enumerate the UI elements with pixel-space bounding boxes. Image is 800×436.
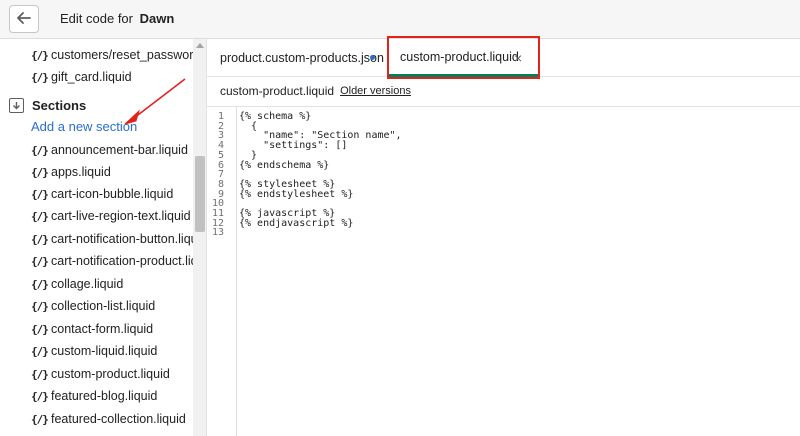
file-item-featured-blog[interactable]: {/} featured-blog.liquid xyxy=(31,386,193,406)
liquid-file-icon: {/} xyxy=(31,48,49,62)
file-item-cart-notification-product[interactable]: {/}cart-notification-product.liquid xyxy=(31,251,193,271)
liquid-file-icon: {/} xyxy=(31,254,49,268)
liquid-file-icon: {/} xyxy=(31,143,49,157)
scroll-up-icon[interactable] xyxy=(196,43,204,48)
file-item-cart-icon-bubble[interactable]: {/} cart-icon-bubble.liquid xyxy=(31,184,193,204)
top-bar: Edit code for Dawn xyxy=(0,0,800,39)
editor-file-header: custom-product.liquid Older versions xyxy=(220,84,411,98)
liquid-file-icon: {/} xyxy=(31,70,49,84)
liquid-file-icon: {/} xyxy=(31,165,49,179)
file-item-custom-liquid[interactable]: {/} custom-liquid.liquid xyxy=(31,341,193,361)
arrow-left-icon xyxy=(17,11,31,27)
file-item-custom-product[interactable]: {/} custom-product.liquid xyxy=(31,364,193,384)
page-title: Edit code for Dawn xyxy=(60,11,175,26)
code-line: {% endjavascript %} xyxy=(239,217,354,229)
liquid-file-icon: {/} xyxy=(31,389,49,403)
code-line: {% endstylesheet %} xyxy=(239,188,354,200)
liquid-file-icon: {/} xyxy=(31,187,49,201)
older-versions-link[interactable]: Older versions xyxy=(340,85,411,97)
theme-name: Dawn xyxy=(139,11,175,26)
liquid-file-icon: {/} xyxy=(31,209,49,223)
sidebar-scrollbar[interactable] xyxy=(193,39,206,436)
sections-folder[interactable]: Sections xyxy=(9,95,86,115)
editor-file-name: custom-product.liquid xyxy=(220,84,335,98)
file-item-collection-list[interactable]: {/} collection-list.liquid xyxy=(31,296,193,316)
file-sidebar: {/} customers/reset_password.liquid {/} … xyxy=(0,39,207,436)
divider xyxy=(207,106,800,107)
annotation-highlight-box xyxy=(387,36,540,79)
unsaved-dot-icon xyxy=(370,55,375,60)
scrollbar-thumb[interactable] xyxy=(195,156,205,232)
liquid-file-icon: {/} xyxy=(31,299,49,313)
file-item-apps[interactable]: {/} apps.liquid xyxy=(31,162,193,182)
line-number-gutter: 1 2 3 4 5 6 7 8 9 10 11 12 13 xyxy=(207,107,237,436)
file-item-contact-form[interactable]: {/} contact-form.liquid xyxy=(31,319,193,339)
folder-download-icon xyxy=(9,97,24,113)
tab-product-custom-products-json[interactable]: product.custom-products.json xyxy=(220,39,384,76)
file-item-cart-notification-button[interactable]: {/} cart-notification-button.liquid xyxy=(31,229,193,249)
liquid-file-icon: {/} xyxy=(31,367,49,381)
file-item-gift-card[interactable]: {/} gift_card.liquid xyxy=(31,67,193,87)
liquid-file-icon: {/} xyxy=(31,344,49,358)
liquid-file-icon: {/} xyxy=(31,322,49,336)
add-new-section-link[interactable]: Add a new section xyxy=(31,119,137,134)
liquid-file-icon: {/} xyxy=(31,232,49,246)
file-item-featured-collection[interactable]: {/} featured-collection.liquid xyxy=(31,409,193,429)
code-line: {% endschema %} xyxy=(239,159,330,171)
file-item-collage[interactable]: {/} collage.liquid xyxy=(31,274,193,294)
file-item-customers-reset-password[interactable]: {/} customers/reset_password.liquid xyxy=(31,45,193,65)
line-number: 13 xyxy=(211,227,224,239)
back-button[interactable] xyxy=(9,5,39,33)
file-item-cart-live-region-text[interactable]: {/} cart-live-region-text.liquid xyxy=(31,206,193,226)
liquid-file-icon: {/} xyxy=(31,277,49,291)
file-item-announcement-bar[interactable]: {/} announcement-bar.liquid xyxy=(31,140,193,160)
liquid-file-icon: {/} xyxy=(31,412,49,426)
